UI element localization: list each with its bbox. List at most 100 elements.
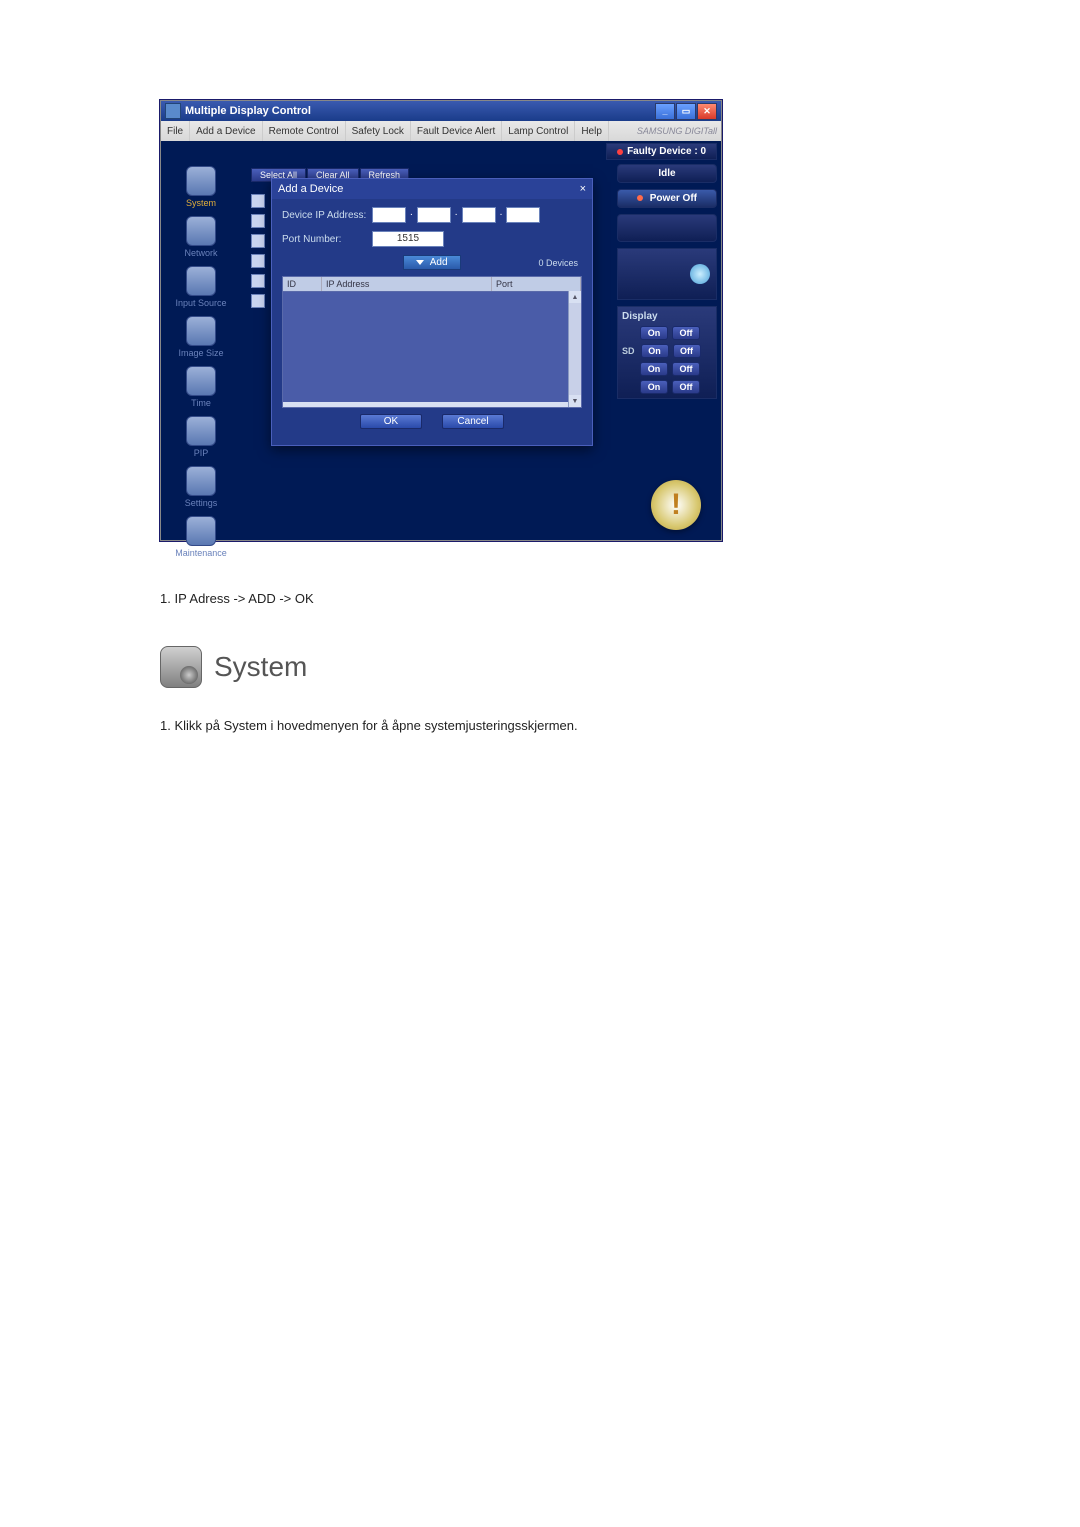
warning-icon: !	[651, 480, 701, 530]
menubar: File Add a Device Remote Control Safety …	[161, 121, 721, 141]
pip-icon	[186, 416, 216, 446]
menu-help[interactable]: Help	[575, 121, 609, 141]
sidebar-item-maintenance[interactable]: Maintenance	[161, 516, 241, 558]
power-off-button[interactable]: Power Off	[617, 189, 717, 208]
app-icon	[165, 103, 181, 119]
ip-seg-4[interactable]	[506, 207, 540, 223]
faulty-device-indicator: Faulty Device : 0	[606, 143, 717, 160]
ok-button[interactable]: OK	[360, 414, 422, 429]
row-checkbox[interactable]	[251, 194, 265, 208]
image-size-icon	[186, 316, 216, 346]
window-title: Multiple Display Control	[185, 105, 311, 117]
row-checkbox[interactable]	[251, 294, 265, 308]
ip-seg-2[interactable]	[417, 207, 451, 223]
sidebar-label-image-size: Image Size	[161, 348, 241, 358]
right-column: Idle Power Off Display On Off	[617, 164, 717, 399]
system-heading-icon	[160, 646, 202, 688]
menu-safety-lock[interactable]: Safety Lock	[346, 121, 411, 141]
table-scrollbar[interactable]: ▲ ▼	[568, 291, 581, 407]
row3-off-button[interactable]: Off	[672, 362, 700, 376]
caption-list-2: 1. Klikk på System i hovedmenyen for å å…	[160, 718, 920, 733]
dialog-titlebar: Add a Device ×	[272, 179, 592, 199]
power-dot-icon	[637, 195, 643, 201]
blank-pill	[617, 214, 717, 242]
device-table-body	[283, 291, 581, 402]
sidebar-item-network[interactable]: Network	[161, 216, 241, 258]
row-checkbox[interactable]	[251, 274, 265, 288]
sidebar-item-time[interactable]: Time	[161, 366, 241, 408]
port-input[interactable]: 1515	[372, 231, 444, 247]
dialog-title: Add a Device	[278, 183, 343, 195]
row-checkbox[interactable]	[251, 214, 265, 228]
faulty-device-label: Faulty Device : 0	[627, 146, 706, 157]
sd-on-button[interactable]: On	[641, 344, 669, 358]
checkbox-column	[251, 194, 265, 308]
sidebar-label-settings: Settings	[161, 498, 241, 508]
display-off-button[interactable]: Off	[672, 326, 700, 340]
maintenance-icon	[186, 516, 216, 546]
add-device-dialog: Add a Device × Device IP Address: . . .	[271, 178, 593, 446]
device-table: ID IP Address Port ▲ ▼	[282, 276, 582, 408]
row4-on-button[interactable]: On	[640, 380, 668, 394]
menu-fault-device-alert[interactable]: Fault Device Alert	[411, 121, 502, 141]
sidebar-label-system: System	[161, 198, 241, 208]
row3-on-button[interactable]: On	[640, 362, 668, 376]
idle-pill: Idle	[617, 164, 717, 183]
restore-button[interactable]: ▭	[676, 103, 696, 120]
sidebar-item-system[interactable]: System	[161, 166, 241, 208]
sd-label: SD	[622, 346, 635, 356]
scroll-up-arrow[interactable]: ▲	[569, 291, 581, 303]
sidebar-item-pip[interactable]: PIP	[161, 416, 241, 458]
sidebar-label-input-source: Input Source	[161, 298, 241, 308]
system-heading-row: System	[160, 646, 920, 688]
ip-address-label: Device IP Address:	[282, 210, 372, 221]
ip-seg-3[interactable]	[462, 207, 496, 223]
sidebar-item-settings[interactable]: Settings	[161, 466, 241, 508]
col-ip[interactable]: IP Address	[322, 277, 492, 291]
power-off-label: Power Off	[650, 193, 697, 204]
sd-off-button[interactable]: Off	[673, 344, 701, 358]
display-settings-box: Display On Off SD On Off On Off	[617, 306, 717, 399]
ip-address-input[interactable]: . . .	[372, 207, 540, 223]
sidebar-label-time: Time	[161, 398, 241, 408]
ip-seg-1[interactable]	[372, 207, 406, 223]
row4-off-button[interactable]: Off	[672, 380, 700, 394]
sidebar: System Network Input Source Image Size T…	[161, 160, 241, 540]
faulty-dot-icon	[617, 149, 623, 155]
caption-list-1: 1. IP Adress -> ADD -> OK	[160, 591, 920, 606]
dialog-close-button[interactable]: ×	[580, 183, 586, 195]
titlebar: Multiple Display Control _ ▭ ✕	[161, 101, 721, 121]
display-on-button[interactable]: On	[640, 326, 668, 340]
menu-add-device[interactable]: Add a Device	[190, 121, 262, 141]
port-label: Port Number:	[282, 234, 372, 245]
brand-label: SAMSUNG DIGITall	[637, 126, 717, 136]
system-icon	[186, 166, 216, 196]
system-heading: System	[214, 651, 307, 683]
cancel-button[interactable]: Cancel	[442, 414, 504, 429]
add-button-label: Add	[430, 257, 448, 268]
mdc-window: Multiple Display Control _ ▭ ✕ File Add …	[160, 100, 722, 541]
row-checkbox[interactable]	[251, 234, 265, 248]
menu-remote-control[interactable]: Remote Control	[263, 121, 346, 141]
sidebar-label-maintenance: Maintenance	[161, 548, 241, 558]
add-button[interactable]: Add	[403, 255, 460, 270]
col-id[interactable]: ID	[283, 277, 322, 291]
sidebar-label-network: Network	[161, 248, 241, 258]
row-checkbox[interactable]	[251, 254, 265, 268]
scroll-down-arrow[interactable]: ▼	[569, 395, 581, 407]
sidebar-item-image-size[interactable]: Image Size	[161, 316, 241, 358]
menu-file[interactable]: File	[161, 121, 190, 141]
add-arrow-icon	[416, 260, 424, 265]
sidebar-label-pip: PIP	[161, 448, 241, 458]
speaker-box	[617, 248, 717, 300]
close-button[interactable]: ✕	[697, 103, 717, 120]
sidebar-item-input-source[interactable]: Input Source	[161, 266, 241, 308]
body-area: System Network Input Source Image Size T…	[161, 160, 721, 540]
speaker-icon	[690, 264, 710, 284]
input-source-icon	[186, 266, 216, 296]
network-icon	[186, 216, 216, 246]
menu-lamp-control[interactable]: Lamp Control	[502, 121, 575, 141]
minimize-button[interactable]: _	[655, 103, 675, 120]
settings-icon	[186, 466, 216, 496]
col-port[interactable]: Port	[492, 277, 581, 291]
